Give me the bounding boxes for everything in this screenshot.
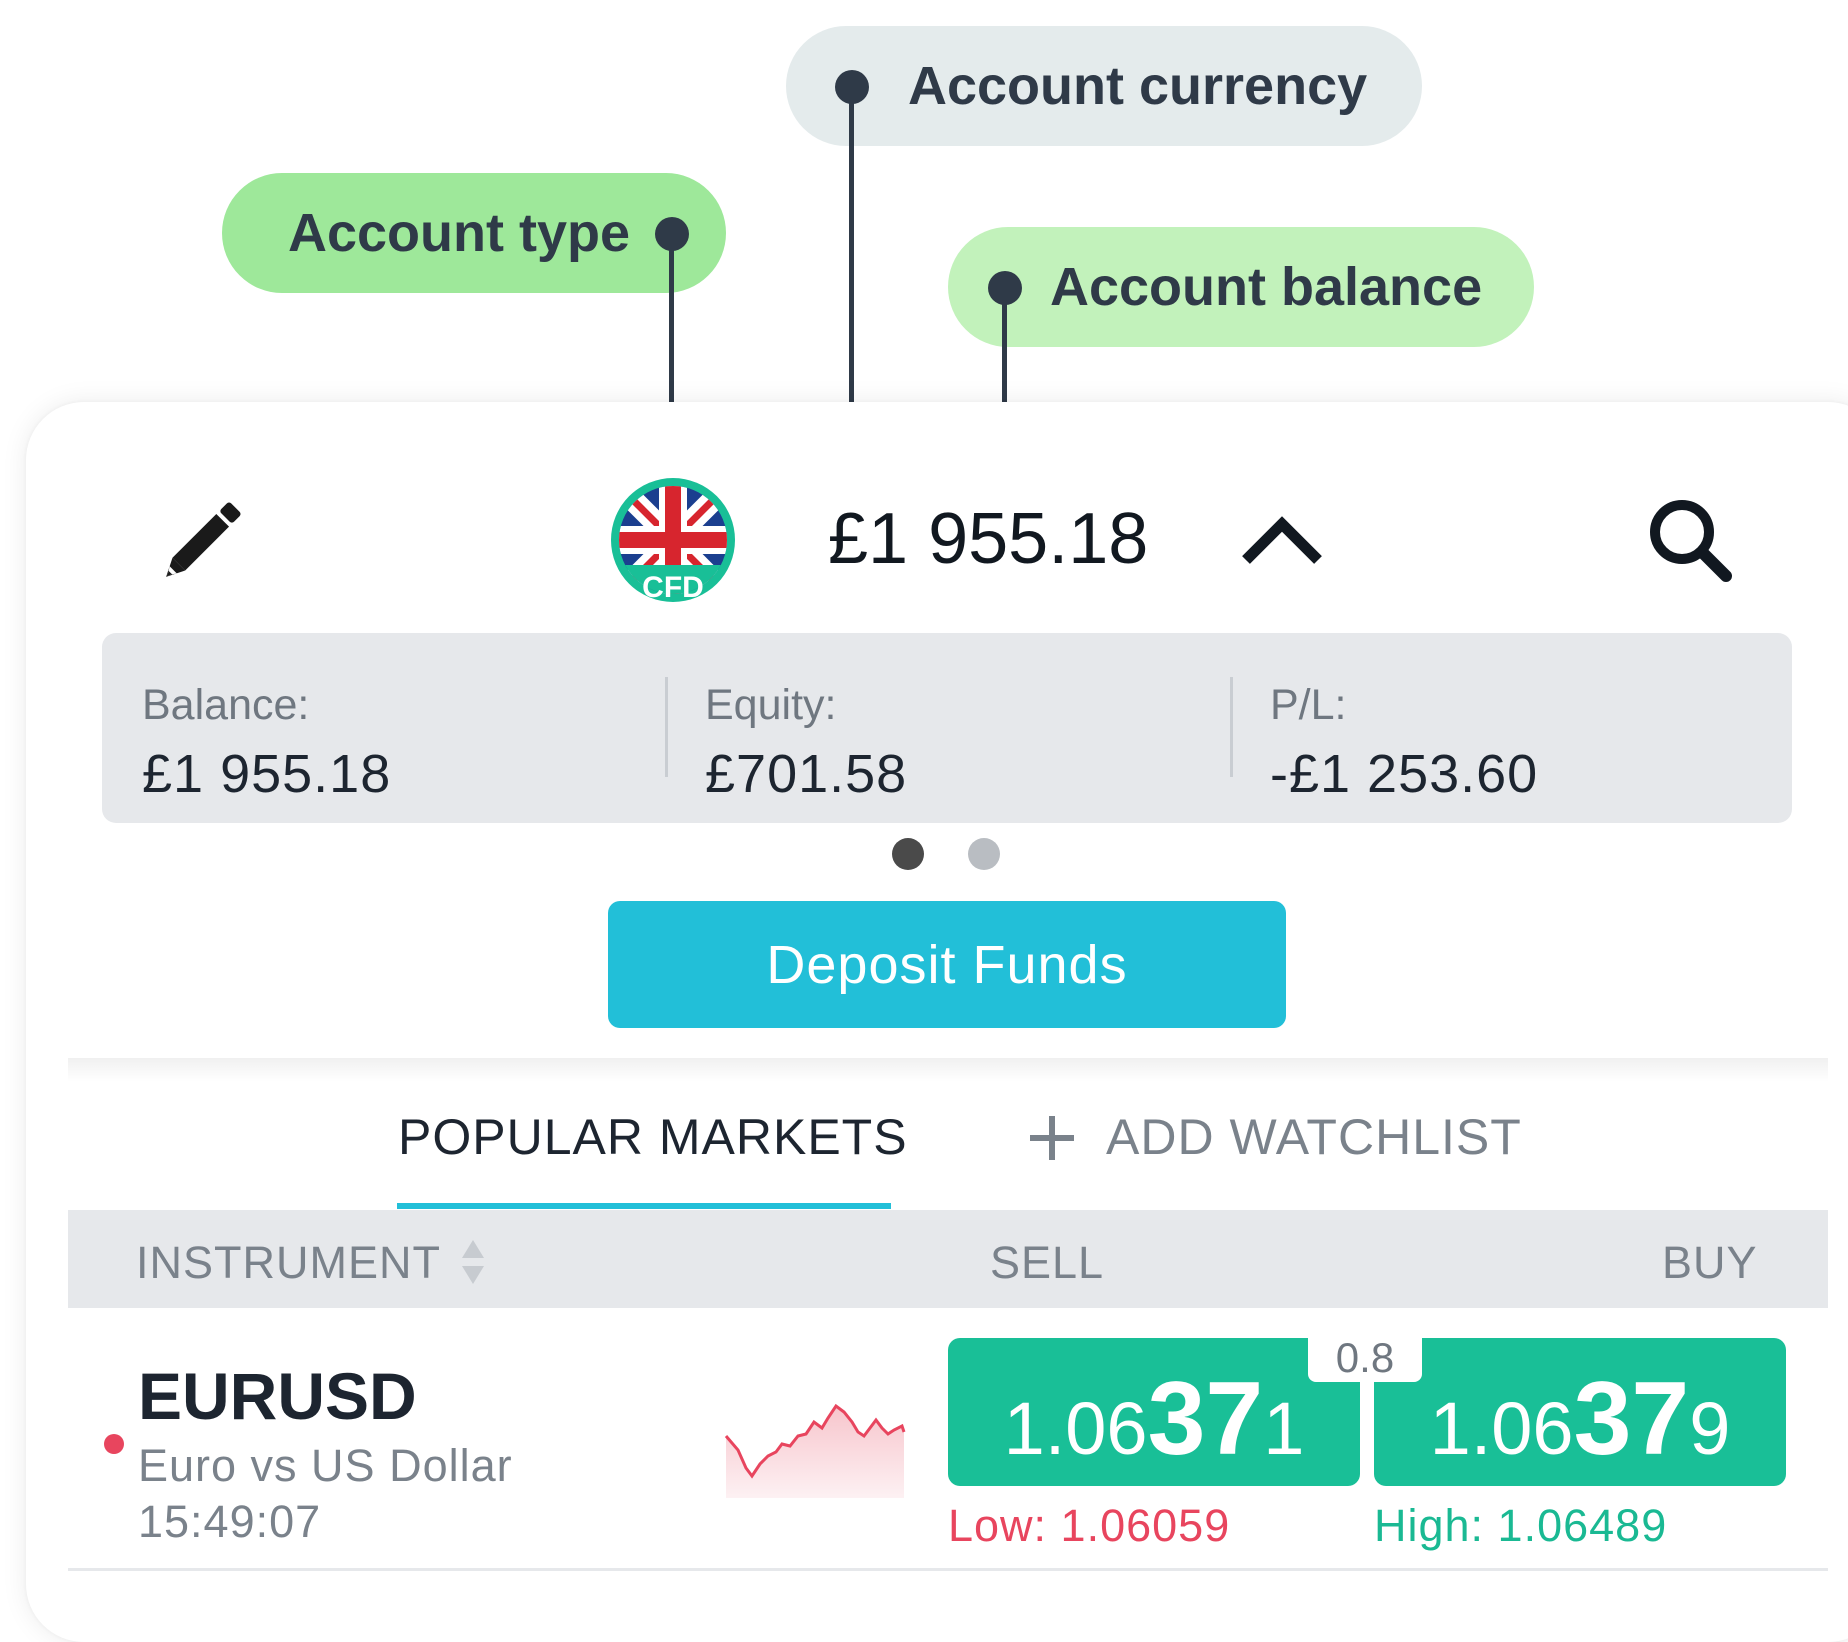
summary-equity-value: £701.58 [705,744,908,804]
summary-balance-label: Balance: [142,681,310,729]
edit-button[interactable] [158,492,252,584]
account-type-badge[interactable]: CFD [610,477,736,604]
pager-dot[interactable] [968,838,1000,870]
summary-pl-label: P/L: [1270,681,1347,729]
buy-price-suffix: 9 [1689,1387,1731,1470]
pager-dot-active[interactable] [892,838,924,870]
instrument-symbol: EURUSD [138,1359,417,1433]
callout-account-type: Account type [222,173,726,293]
row-divider [68,1568,1828,1571]
market-status-dot [104,1434,124,1454]
callout-account-balance: Account balance [948,227,1534,347]
sell-price-suffix: 1 [1263,1387,1305,1470]
account-summary-panel: Balance: £1 955.18 Equity: £701.58 P/L: … [102,633,1792,823]
account-badge-label: CFD [642,571,704,603]
header-balance[interactable]: £1 955.18 [828,498,1148,580]
summary-divider [665,677,668,777]
sell-price-pips: 37 [1147,1361,1264,1477]
sell-price-button[interactable]: 1.06 37 1 [948,1338,1360,1486]
callout-account-currency: Account currency [786,26,1422,146]
summary-divider [1230,677,1233,777]
column-instrument[interactable]: INSTRUMENT [136,1237,441,1289]
buy-price-prefix: 1.06 [1429,1387,1574,1470]
callout-account-balance-label: Account balance [1050,257,1483,317]
column-sell: SELL [990,1237,1105,1288]
chevron-up-icon [1242,516,1322,564]
low-price: Low: 1.06059 [948,1500,1231,1551]
search-icon [1650,500,1732,582]
summary-equity-label: Equity: [705,681,837,729]
plus-icon [1030,1116,1074,1160]
buy-price-button[interactable]: 1.06 37 9 [1374,1338,1786,1486]
sort-icon[interactable] [460,1238,486,1286]
instrument-time: 15:49:07 [138,1496,322,1547]
buy-price-pips: 37 [1573,1361,1690,1477]
tabs-shadow [68,1058,1828,1082]
sparkline-chart [724,1398,906,1498]
summary-pl-value: -£1 253.60 [1270,744,1539,804]
tab-underline [397,1203,891,1209]
column-buy: BUY [1662,1237,1758,1288]
spread-badge: 0.8 [1308,1330,1422,1382]
sell-price-prefix: 1.06 [1003,1387,1148,1470]
summary-balance-value: £1 955.18 [142,744,392,804]
collapse-toggle[interactable] [1238,508,1326,572]
high-price: High: 1.06489 [1374,1500,1668,1551]
search-button[interactable] [1644,494,1736,586]
deposit-funds-button[interactable]: Deposit Funds [608,901,1286,1028]
instrument-name: Euro vs US Dollar [138,1440,513,1491]
callout-account-currency-label: Account currency [908,56,1368,116]
tab-popular-markets[interactable]: POPULAR MARKETS [398,1108,908,1166]
pencil-icon [166,502,241,577]
callout-account-type-label: Account type [288,203,631,263]
uk-flag-icon: CFD [611,478,735,604]
tab-add-watchlist-label: ADD WATCHLIST [1106,1109,1522,1165]
